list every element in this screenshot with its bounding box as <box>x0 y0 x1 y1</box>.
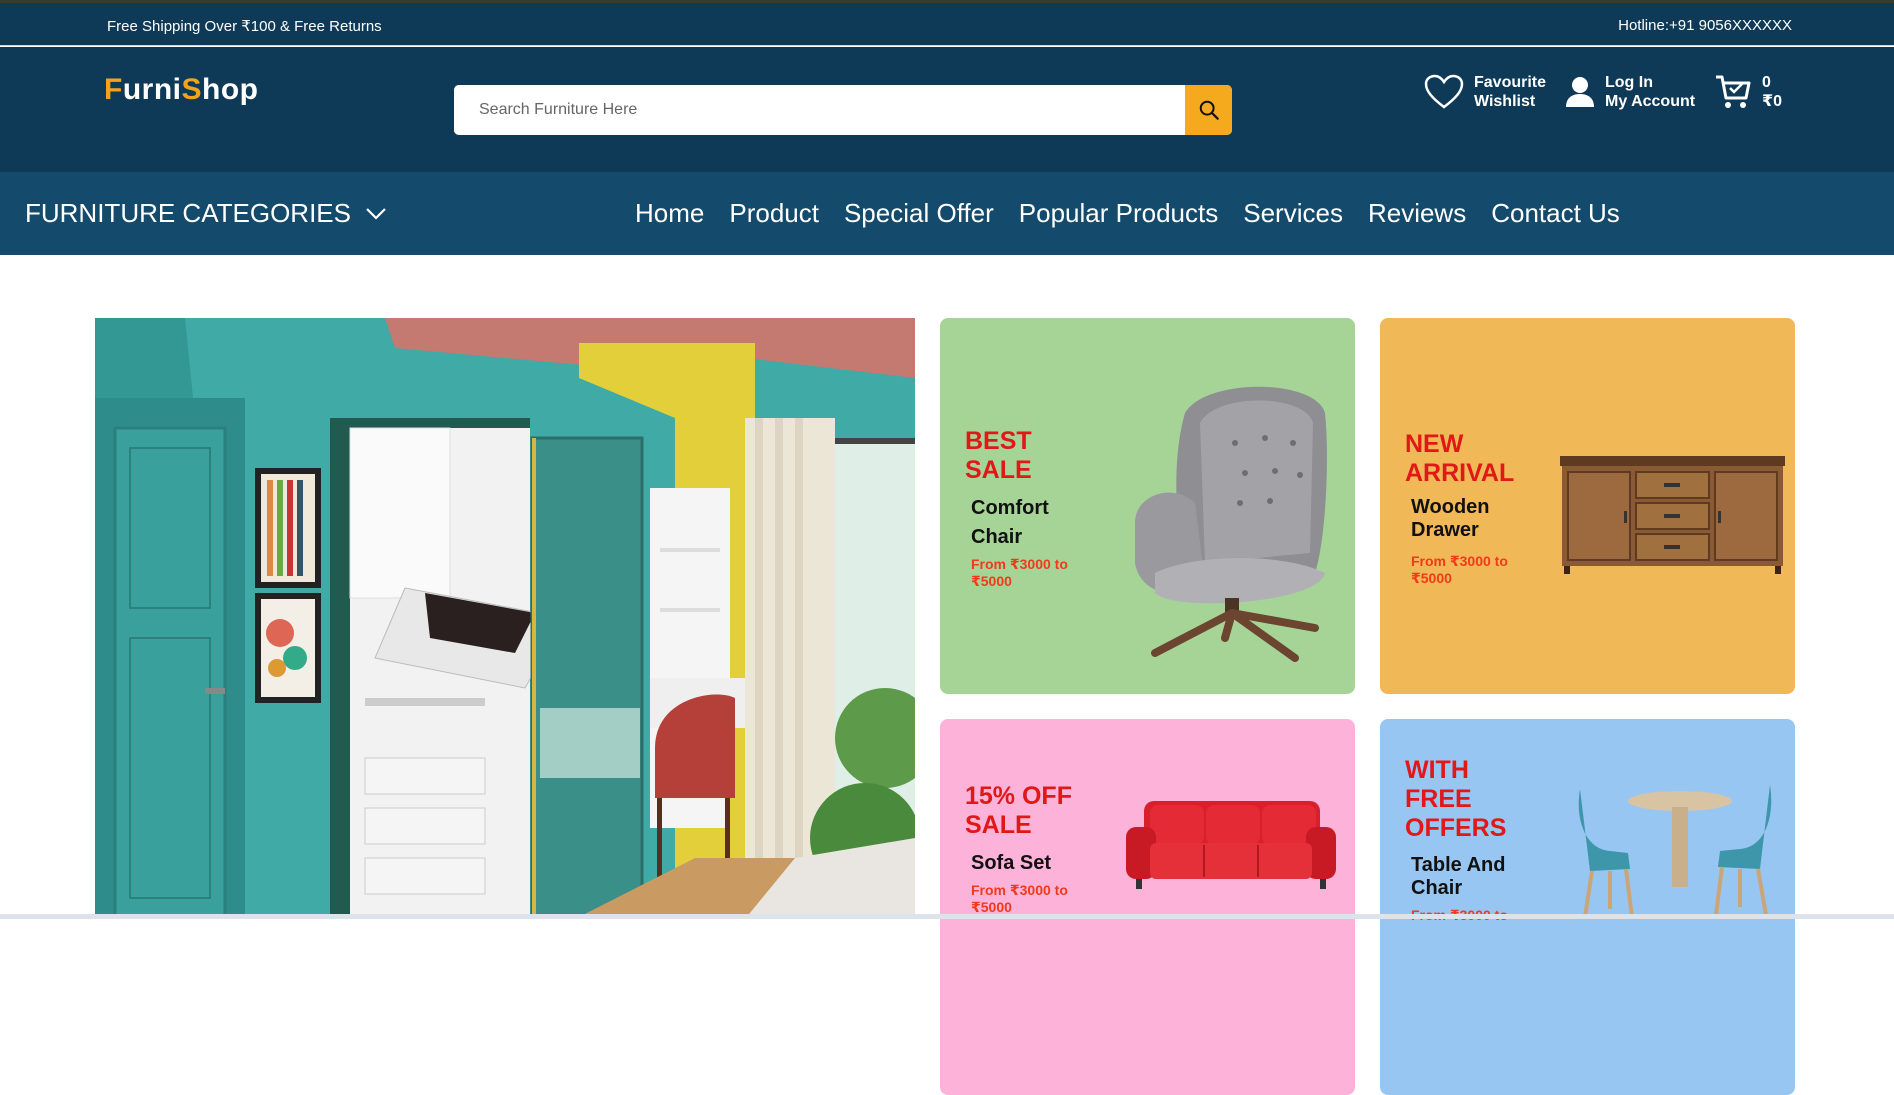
nav-special-offer[interactable]: Special Offer <box>844 198 994 229</box>
heart-icon <box>1424 74 1464 109</box>
wooden-drawer-image <box>1560 456 1785 574</box>
search-bar <box>454 85 1232 135</box>
nav-menu: Home Product Special Offer Popular Produ… <box>635 198 1645 229</box>
promo-card-sofa-sale[interactable]: 15% OFF SALE Sofa Set From ₹3000 to ₹5000 <box>940 719 1355 1095</box>
main-navigation: FURNITURE CATEGORIES Home Product Specia… <box>0 172 1894 255</box>
card-badge: WITH FREE OFFERS <box>1405 756 1507 842</box>
search-icon <box>1199 100 1219 120</box>
card-price: From ₹3000 to ₹5000 <box>1411 553 1508 586</box>
card-product-name: Table And Chair <box>1411 854 1506 899</box>
cart-link[interactable]: 0 ₹0 <box>1714 73 1782 111</box>
nav-popular-products[interactable]: Popular Products <box>1019 198 1218 229</box>
bottom-scroll-edge <box>0 914 1894 919</box>
categories-label: FURNITURE CATEGORIES <box>25 198 351 228</box>
hotline-text: Hotline:+91 9056XXXXXX <box>1618 17 1792 34</box>
wishlist-link[interactable]: Favourite Wishlist <box>1424 73 1546 111</box>
nav-reviews[interactable]: Reviews <box>1368 198 1466 229</box>
bedroom-illustration <box>95 318 915 919</box>
nav-product[interactable]: Product <box>729 198 819 229</box>
table-and-chairs-image <box>1578 785 1772 918</box>
hero-banner-image[interactable] <box>95 318 915 919</box>
card-product-name: Comfort Chair <box>971 497 1049 548</box>
card-product-name: Wooden Drawer <box>1411 496 1490 541</box>
promo-card-new-arrival[interactable]: NEW ARRIVAL Wooden Drawer From ₹3000 to ₹50… <box>1380 318 1795 694</box>
chevron-down-icon <box>366 207 386 220</box>
cart-count: 0 <box>1762 74 1771 91</box>
promo-card-best-sale[interactable]: BEST SALE Comfort Chair From ₹3000 to ₹5000 <box>940 318 1355 694</box>
armchair-image <box>1135 386 1327 662</box>
site-header: FurniShop Favourite Wishlist Log In My A… <box>0 47 1894 172</box>
user-icon <box>1566 77 1594 107</box>
card-badge: 15% OFF SALE <box>965 782 1072 839</box>
card-product-name: Sofa Set <box>971 852 1052 874</box>
card-badge: BEST SALE <box>965 427 1032 484</box>
nav-home[interactable]: Home <box>635 198 704 229</box>
nav-services[interactable]: Services <box>1243 198 1343 229</box>
announcement-bar: Free Shipping Over ₹100 & Free Returns H… <box>0 3 1894 46</box>
search-button[interactable] <box>1185 85 1232 135</box>
nav-contact-us[interactable]: Contact Us <box>1491 198 1620 229</box>
wishlist-label-1: Favourite <box>1474 74 1547 91</box>
shipping-notice: Free Shipping Over ₹100 & Free Returns <box>107 18 382 35</box>
card-price: From ₹3000 to ₹5000 <box>971 556 1068 589</box>
account-link[interactable]: Log In My Account <box>1565 73 1695 111</box>
cart-icon <box>1716 75 1751 108</box>
site-logo[interactable]: FurniShop <box>104 73 259 107</box>
search-input[interactable] <box>454 85 1184 135</box>
furniture-categories-dropdown[interactable]: FURNITURE CATEGORIES <box>25 198 387 229</box>
login-label: Log In <box>1605 74 1653 91</box>
promo-card-free-offers[interactable]: WITHFREEOFFERS Table AndChair From ₹3000… <box>1380 719 1795 1095</box>
card-badge: NEW ARRIVAL <box>1405 430 1515 487</box>
card-price: From ₹3000 to ₹5000 <box>971 882 1068 915</box>
wishlist-label-2: Wishlist <box>1474 93 1536 110</box>
cart-total: ₹0 <box>1762 93 1783 110</box>
sofa-image <box>1126 801 1336 889</box>
my-account-label: My Account <box>1605 93 1696 110</box>
